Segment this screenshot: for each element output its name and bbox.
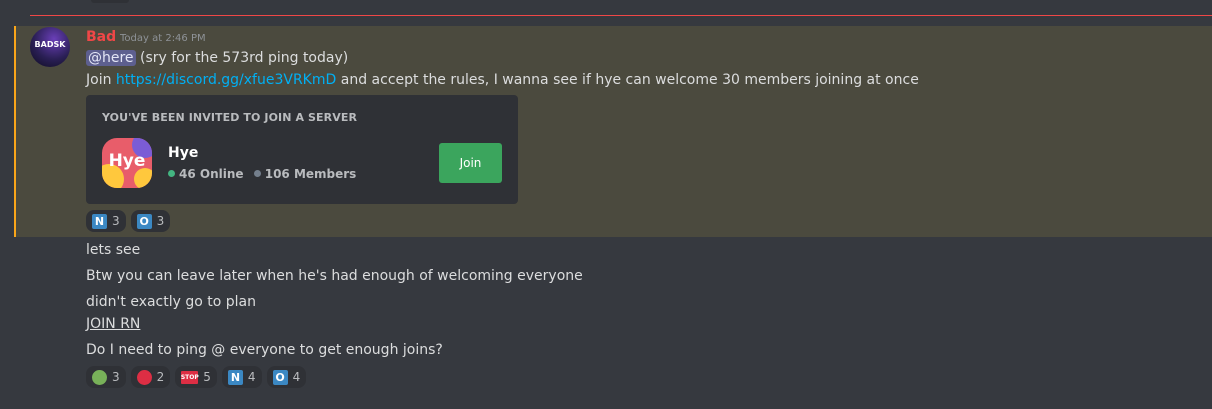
message-line-1: @here (sry for the 573rd ping today) — [86, 50, 348, 66]
stop-sign-icon: STOP — [181, 370, 199, 384]
server-icon-text: Hye — [108, 151, 146, 171]
reaction-count: 2 — [156, 370, 165, 384]
here-mention[interactable]: @here — [86, 50, 136, 66]
followup-message: JOIN RN — [86, 316, 141, 332]
reaction-stop-sign[interactable]: STOP 5 — [175, 366, 217, 388]
reaction-count: 3 — [156, 214, 165, 228]
members-dot-icon — [253, 170, 261, 177]
member-count: 106 Members — [264, 167, 357, 181]
green-circle-icon — [92, 369, 107, 385]
new-messages-divider — [30, 15, 1212, 16]
invite-heading: YOU'VE BEEN INVITED TO JOIN A SERVER — [102, 111, 358, 124]
message-line-2: Join https://discord.gg/xfue3VRKmD and a… — [86, 72, 919, 88]
server-name[interactable]: Hye — [168, 145, 198, 161]
letter-o-icon: O — [272, 369, 288, 385]
followup-message: lets see — [86, 242, 141, 258]
followup-message: didn't exactly go to plan — [86, 294, 257, 310]
message-author[interactable]: Bad — [86, 29, 116, 45]
letter-o-icon: O — [136, 213, 152, 229]
message-line-2-suffix: and accept the rules, I wanna see if hye… — [336, 72, 919, 88]
message-reactions: N 3 O 3 — [86, 210, 171, 232]
invite-link[interactable]: https://discord.gg/xfue3VRKmD — [116, 72, 336, 88]
reaction-letter-o[interactable]: O 4 — [266, 366, 307, 388]
followup-message: Btw you can leave later when he's had en… — [86, 268, 583, 284]
online-count: 46 Online — [179, 167, 244, 181]
server-invite-card: YOU'VE BEEN INVITED TO JOIN A SERVER Hye… — [86, 95, 518, 204]
reaction-red-circle[interactable]: 2 — [130, 366, 171, 388]
message-line-1-text: (sry for the 573rd ping today) — [135, 50, 349, 66]
reaction-letter-n[interactable]: N 3 — [86, 210, 126, 232]
server-icon[interactable]: Hye — [102, 138, 152, 188]
followup-message: Do I need to ping @ everyone to get enou… — [86, 342, 443, 358]
online-dot-icon — [168, 170, 175, 177]
avatar-text: BADSK — [34, 40, 66, 49]
server-stats: 46 Online 106 Members — [168, 167, 356, 181]
red-circle-icon — [136, 369, 152, 385]
reaction-green-circle[interactable]: 3 — [86, 366, 126, 388]
reaction-count: 5 — [203, 370, 211, 384]
reaction-count: 4 — [247, 370, 256, 384]
previous-message-stub — [91, 0, 129, 3]
reaction-count: 3 — [112, 214, 120, 228]
letter-n-icon: N — [227, 369, 243, 385]
followup-reactions: 3 2 STOP 5 N 4 O 4 — [86, 366, 307, 388]
reaction-count: 4 — [292, 370, 301, 384]
reaction-count: 3 — [112, 370, 120, 384]
message-timestamp[interactable]: Today at 2:46 PM — [120, 33, 206, 44]
join-server-button[interactable]: Join — [439, 143, 502, 183]
letter-n-icon: N — [92, 213, 107, 229]
reaction-letter-n[interactable]: N 4 — [221, 366, 262, 388]
reaction-letter-o[interactable]: O 3 — [130, 210, 171, 232]
message-line-2-prefix: Join — [86, 72, 116, 88]
avatar[interactable]: BADSK — [30, 27, 70, 67]
